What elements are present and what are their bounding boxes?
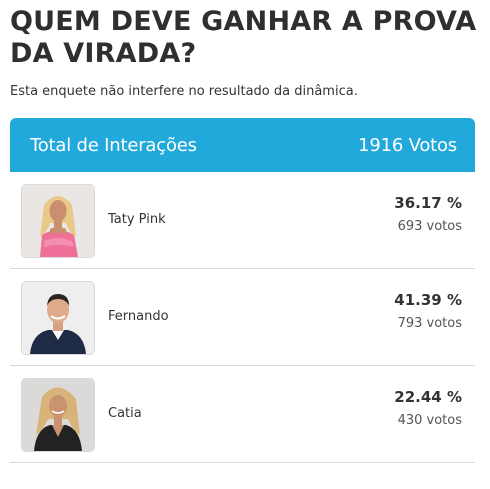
avatar — [22, 282, 94, 354]
poll-title: QUEM DEVE GANHAR A PROVA DA VIRADA? — [10, 6, 477, 69]
poll-subtitle: Esta enquete não interfere no resultado … — [10, 84, 358, 99]
option-votes: 793 votos — [397, 316, 462, 331]
option-name: Catia — [108, 406, 142, 421]
option-percent: 36.17 % — [394, 194, 462, 212]
option-name: Taty Pink — [108, 212, 166, 227]
poll-option-catia[interactable]: Catia 22.44 % 430 votos — [10, 366, 475, 463]
avatar — [22, 379, 94, 451]
poll-widget: QUEM DEVE GANHAR A PROVA DA VIRADA? Esta… — [10, 0, 476, 463]
option-votes: 693 votos — [397, 219, 462, 234]
option-percent: 22.44 % — [394, 388, 462, 406]
option-name: Fernando — [108, 309, 169, 324]
option-votes: 430 votos — [397, 413, 462, 428]
total-interactions-label: Total de Interações — [30, 134, 197, 156]
option-percent: 41.39 % — [394, 291, 462, 309]
poll-option-taty-pink[interactable]: Taty Pink 36.17 % 693 votos — [10, 172, 475, 269]
total-votes-count: 1916 Votos — [358, 134, 457, 156]
poll-header-bar: Total de Interações 1916 Votos — [10, 118, 475, 172]
poll-option-fernando[interactable]: Fernando 41.39 % 793 votos — [10, 269, 475, 366]
avatar — [22, 185, 94, 257]
